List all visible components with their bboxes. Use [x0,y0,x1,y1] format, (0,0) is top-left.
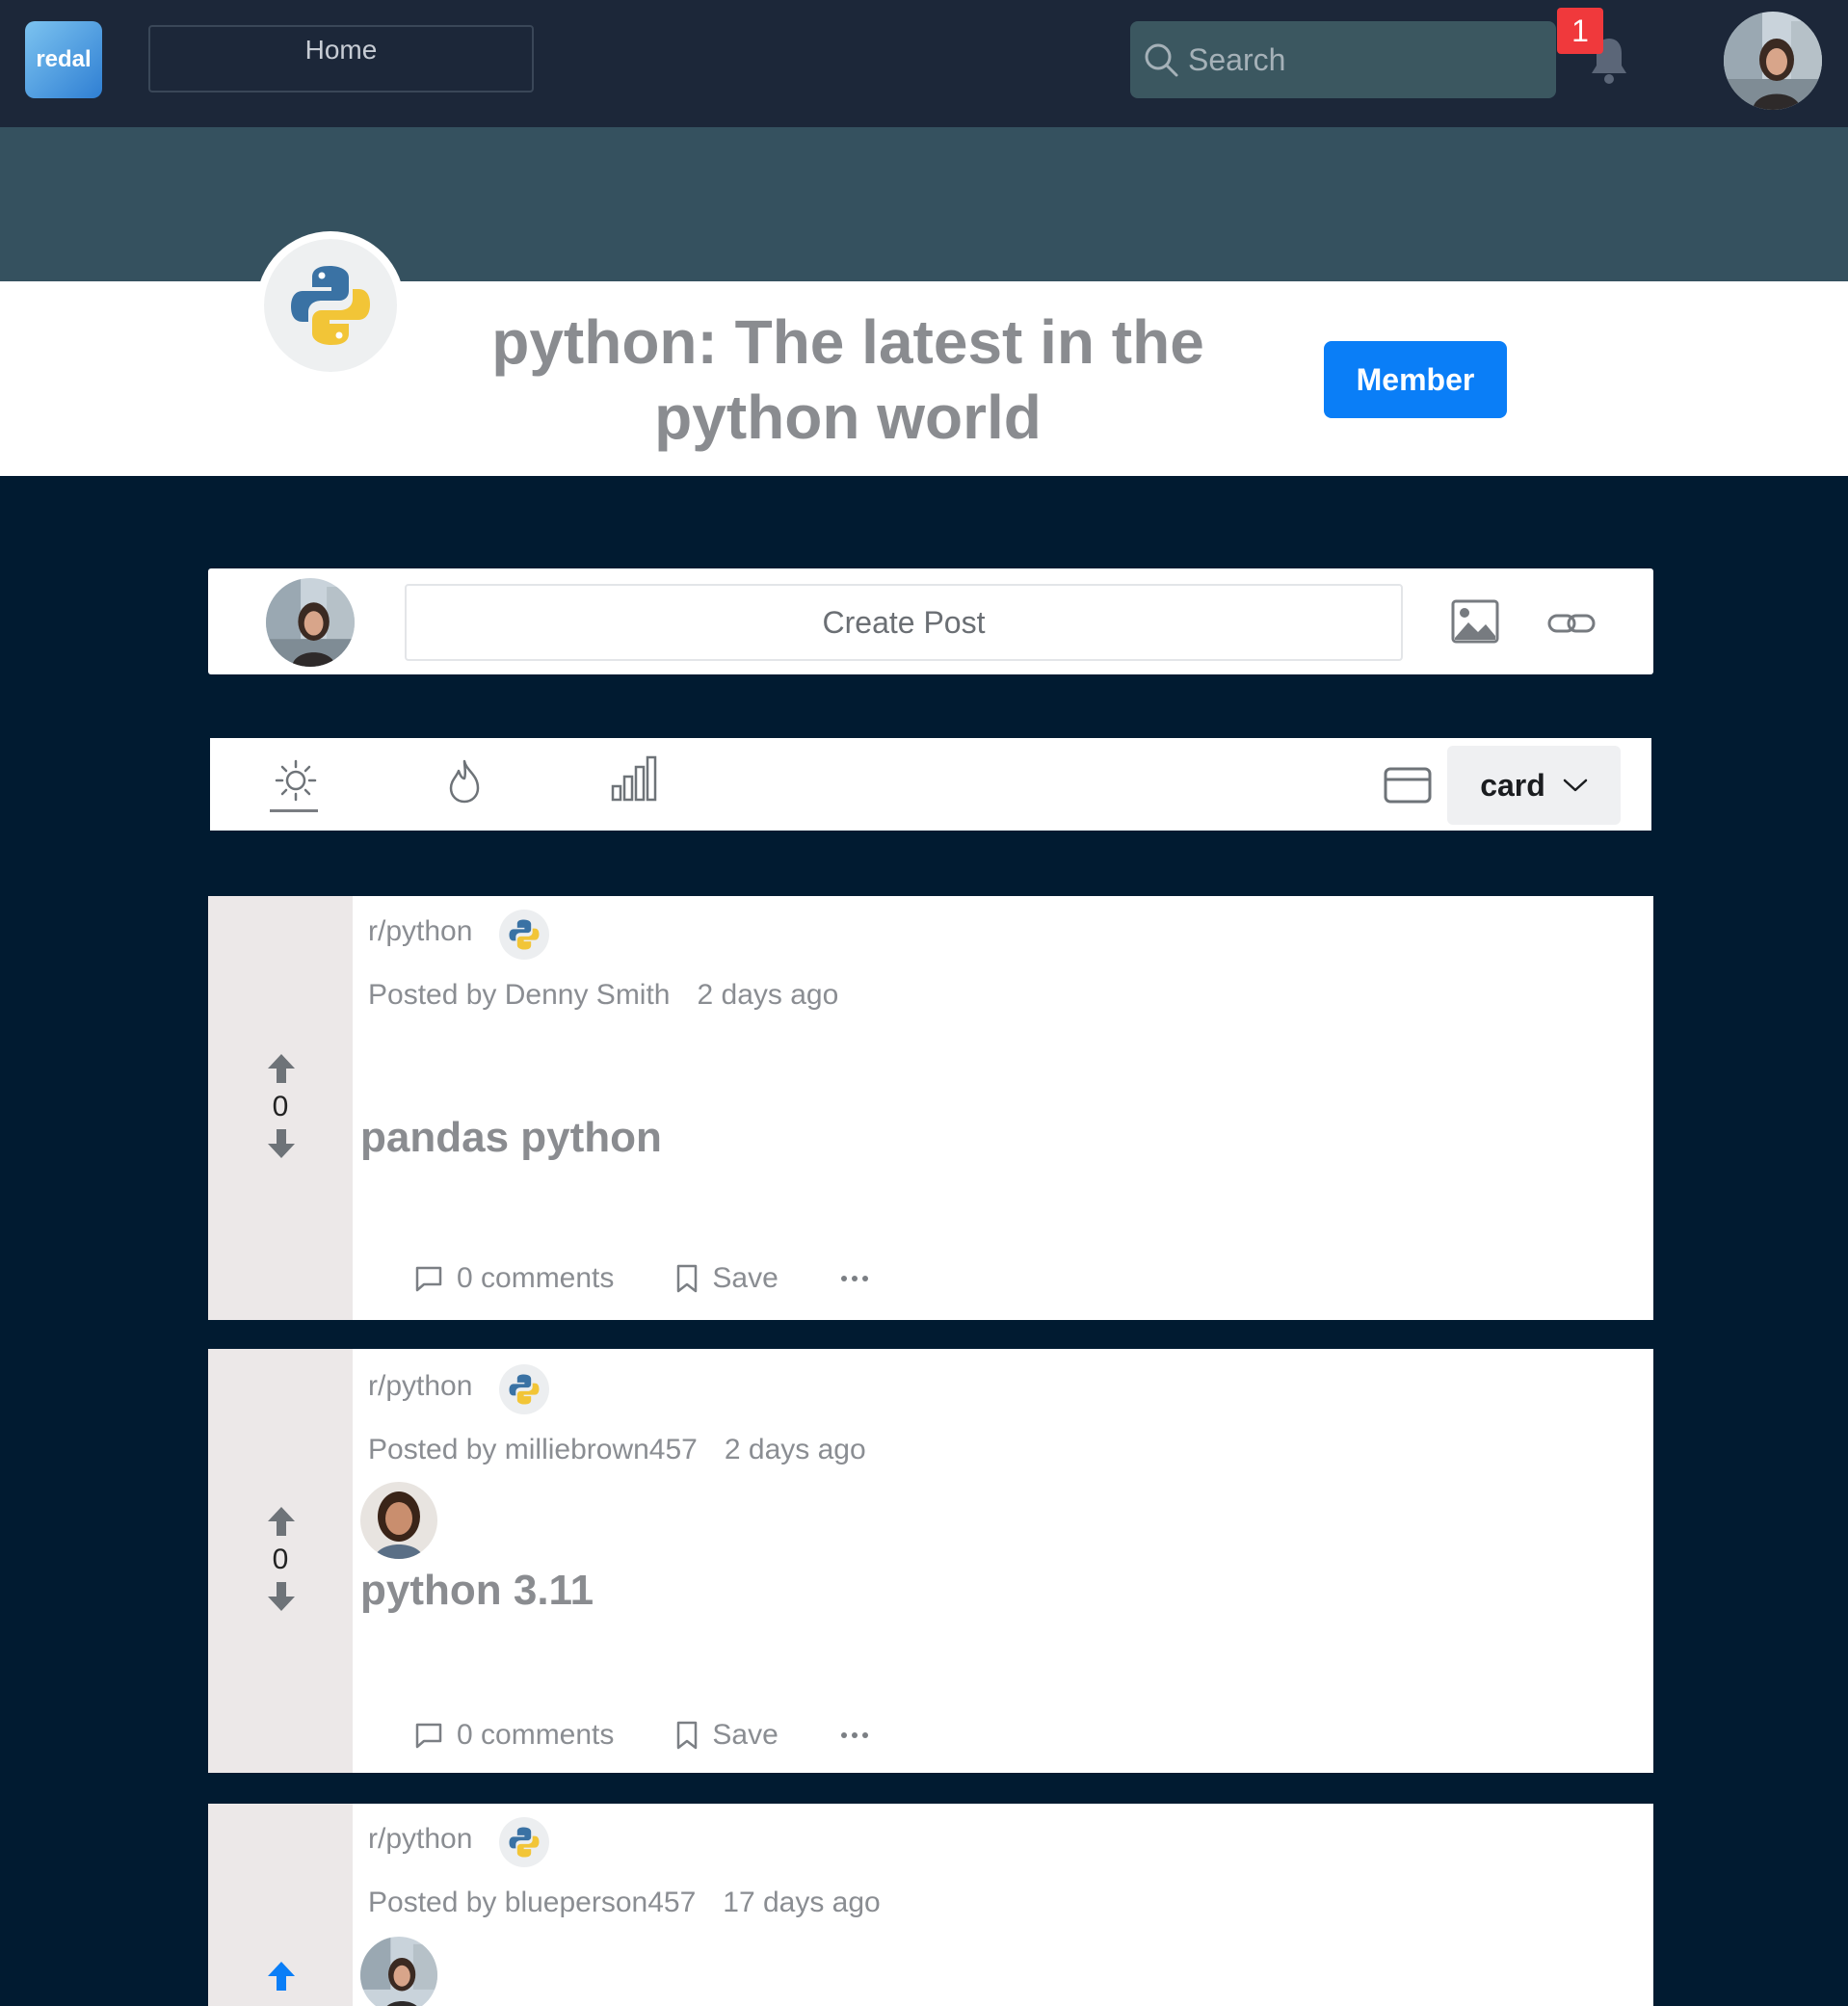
sort-bar [210,738,1651,831]
post-meta: Posted by Denny Smith 2 days ago [368,979,838,1012]
community-title: python: The latest in the python world [491,307,1204,452]
comments-button[interactable]: 0 comments [414,1262,614,1295]
logo[interactable]: redal [25,21,102,98]
view-mode-label: card [1480,767,1545,803]
post-card[interactable]: r/python Posted by blueperson457 17 days … [208,1804,1653,2006]
post-title[interactable]: pandas python [360,1114,662,1162]
python-logo-icon [509,1827,540,1858]
community-icon [256,231,405,380]
post-time: 2 days ago [697,979,839,1011]
author-avatar[interactable] [360,1937,437,2006]
avatar-image [360,1937,437,2006]
post-card[interactable]: 0 r/python Posted by milliebrown457 2 day… [208,1349,1653,1773]
search-bar[interactable] [1130,21,1556,98]
python-logo-icon [509,919,540,950]
more-options-icon[interactable] [840,1731,869,1739]
author-avatar[interactable] [360,1482,437,1559]
bookmark-icon [677,1264,698,1293]
post-actions: 0 comments Save [414,1262,869,1295]
bookmark-icon [677,1721,698,1750]
image-upload-icon[interactable] [1451,599,1499,644]
subreddit-link[interactable]: r/python [368,1370,472,1403]
save-label: Save [712,1262,779,1294]
comment-icon [415,1266,442,1292]
subreddit-icon [499,1817,549,1867]
user-avatar[interactable] [1724,12,1822,110]
subreddit-icon [499,1364,549,1414]
upvote-arrow-icon[interactable] [266,1960,297,1993]
post-author[interactable]: Posted by Denny Smith [368,979,671,1011]
comments-button[interactable]: 0 comments [414,1719,614,1752]
notification-badge: 1 [1557,8,1603,54]
post-meta: Posted by milliebrown457 2 days ago [368,1434,866,1466]
post-time: 2 days ago [724,1434,866,1465]
create-post-avatar[interactable] [266,578,355,667]
subreddit-link[interactable]: r/python [368,1823,472,1856]
search-icon [1145,43,1178,77]
view-mode-select[interactable]: card [1447,746,1621,825]
comments-count: 0 comments [457,1719,615,1751]
vote-score: 0 [272,1544,289,1575]
post-author[interactable]: Posted by milliebrown457 [368,1434,698,1465]
card-view-icon[interactable] [1384,767,1432,804]
upvote-arrow-icon[interactable] [266,1505,297,1538]
post-author[interactable]: Posted by blueperson457 [368,1887,696,1918]
post-meta: Posted by blueperson457 17 days ago [368,1887,881,1919]
post-actions: 0 comments Save [414,1719,869,1752]
comments-count: 0 comments [457,1262,615,1294]
home-label: Home [304,35,378,65]
logo-text: redal [36,46,92,72]
save-button[interactable]: Save [675,1262,779,1295]
downvote-arrow-icon[interactable] [266,1580,297,1613]
post-time: 17 days ago [723,1887,881,1918]
save-button[interactable]: Save [675,1719,779,1752]
avatar-image [360,1482,437,1559]
chevron-down-icon [1563,779,1588,792]
sort-active-indicator [270,809,318,812]
comment-icon [415,1723,442,1749]
post-title[interactable]: python 3.11 [360,1567,594,1615]
sort-top-chart-icon[interactable] [609,755,657,802]
upvote-arrow-icon[interactable] [266,1052,297,1085]
avatar-image [1724,12,1822,110]
subreddit-link[interactable]: r/python [368,915,472,948]
avatar-image [266,578,355,667]
home-dropdown-button[interactable]: Home [148,25,534,92]
sort-new-icon[interactable] [270,755,322,813]
vote-score: 0 [272,1091,289,1122]
member-button[interactable]: Member [1324,341,1507,418]
save-label: Save [712,1719,779,1751]
link-icon[interactable] [1547,609,1596,638]
search-input[interactable] [1188,41,1535,78]
create-post-input[interactable]: Create Post [405,584,1403,661]
downvote-arrow-icon[interactable] [266,1127,297,1160]
python-logo-icon [291,266,370,345]
subreddit-icon [499,910,549,960]
more-options-icon[interactable] [840,1275,869,1282]
python-logo-icon [509,1374,540,1405]
sort-hot-flame-icon[interactable] [445,757,484,804]
post-card[interactable]: 0 r/python Posted by Denny Smith 2 days a… [208,896,1653,1320]
